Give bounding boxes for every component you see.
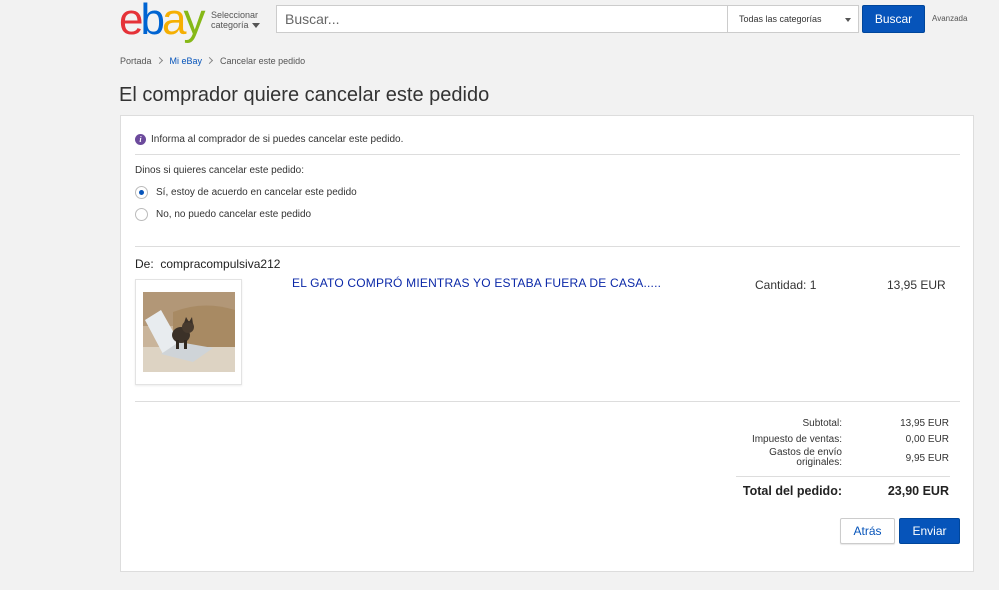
category-dropdown[interactable]: Todas las categorías [728,5,859,33]
divider [736,476,950,477]
seller-info: De: compracompulsiva212 [135,257,280,271]
from-label: De: [135,257,154,271]
shipping-label-line2: originales: [796,457,842,468]
radio-decline-label[interactable]: No, no puedo cancelar este pedido [156,209,311,220]
breadcrumb: Portada Mi eBay Cancelar este pedido [120,56,305,66]
shipping-value: 9,95 EUR [905,453,949,464]
cancel-order-panel [120,115,974,572]
chevron-down-icon [845,18,851,22]
breadcrumb-current: Cancelar este pedido [220,56,306,66]
category-link-line1: Seleccionar [211,10,259,20]
item-quantity: Cantidad: 1 [755,278,817,292]
item-price: 13,95 EUR [887,278,946,292]
page-title: El comprador quiere cancelar este pedido [119,84,490,106]
radio-decline[interactable] [135,208,148,221]
breadcrumb-separator-icon [206,56,214,65]
advanced-search-link[interactable]: Avanzada [932,14,967,23]
caret-down-icon [251,23,260,29]
divider [135,246,960,247]
tax-value: 0,00 EUR [905,434,949,445]
item-photo [143,292,235,372]
subtotal-label: Subtotal: [802,418,842,429]
question-label: Dinos si quieres cancelar este pedido: [135,165,304,176]
item-thumbnail[interactable] [135,279,242,385]
search-button[interactable]: Buscar [862,5,925,33]
radio-accept-label[interactable]: Sí, estoy de acuerdo en cancelar este pe… [156,187,357,198]
breadcrumb-my-ebay[interactable]: Mi eBay [170,56,203,66]
logo-letter-b: b [140,0,165,44]
breadcrumb-home[interactable]: Portada [120,56,152,66]
logo-letter-e: e [119,0,144,44]
logo-letter-a: a [161,0,187,44]
order-total-value: 23,90 EUR [887,484,949,498]
category-link-line2: categoría [211,20,249,30]
ebay-logo[interactable]: ebay [119,0,205,42]
divider [135,401,960,402]
order-total-label: Total del pedido: [742,484,842,498]
info-message: Informa al comprador de si puedes cancel… [151,134,404,145]
info-icon: i [135,134,146,145]
buyer-username: compracompulsiva212 [160,257,281,271]
category-dropdown-value: Todas las categorías [739,14,822,24]
send-button[interactable]: Enviar [899,518,960,544]
shop-by-category-button[interactable]: Seleccionar categoría [211,10,260,30]
radio-accept[interactable] [135,186,148,199]
item-title-link[interactable]: EL GATO COMPRÓ MIENTRAS YO ESTABA FUERA … [292,276,661,290]
breadcrumb-separator-icon [155,56,163,65]
shipping-label: Gastos de envío originales: [769,448,842,468]
logo-letter-y: y [183,0,205,44]
back-button[interactable]: Atrás [840,518,895,544]
tax-label: Impuesto de ventas: [751,434,842,445]
search-input[interactable] [276,5,728,33]
subtotal-value: 13,95 EUR [900,418,949,429]
divider [135,154,960,155]
